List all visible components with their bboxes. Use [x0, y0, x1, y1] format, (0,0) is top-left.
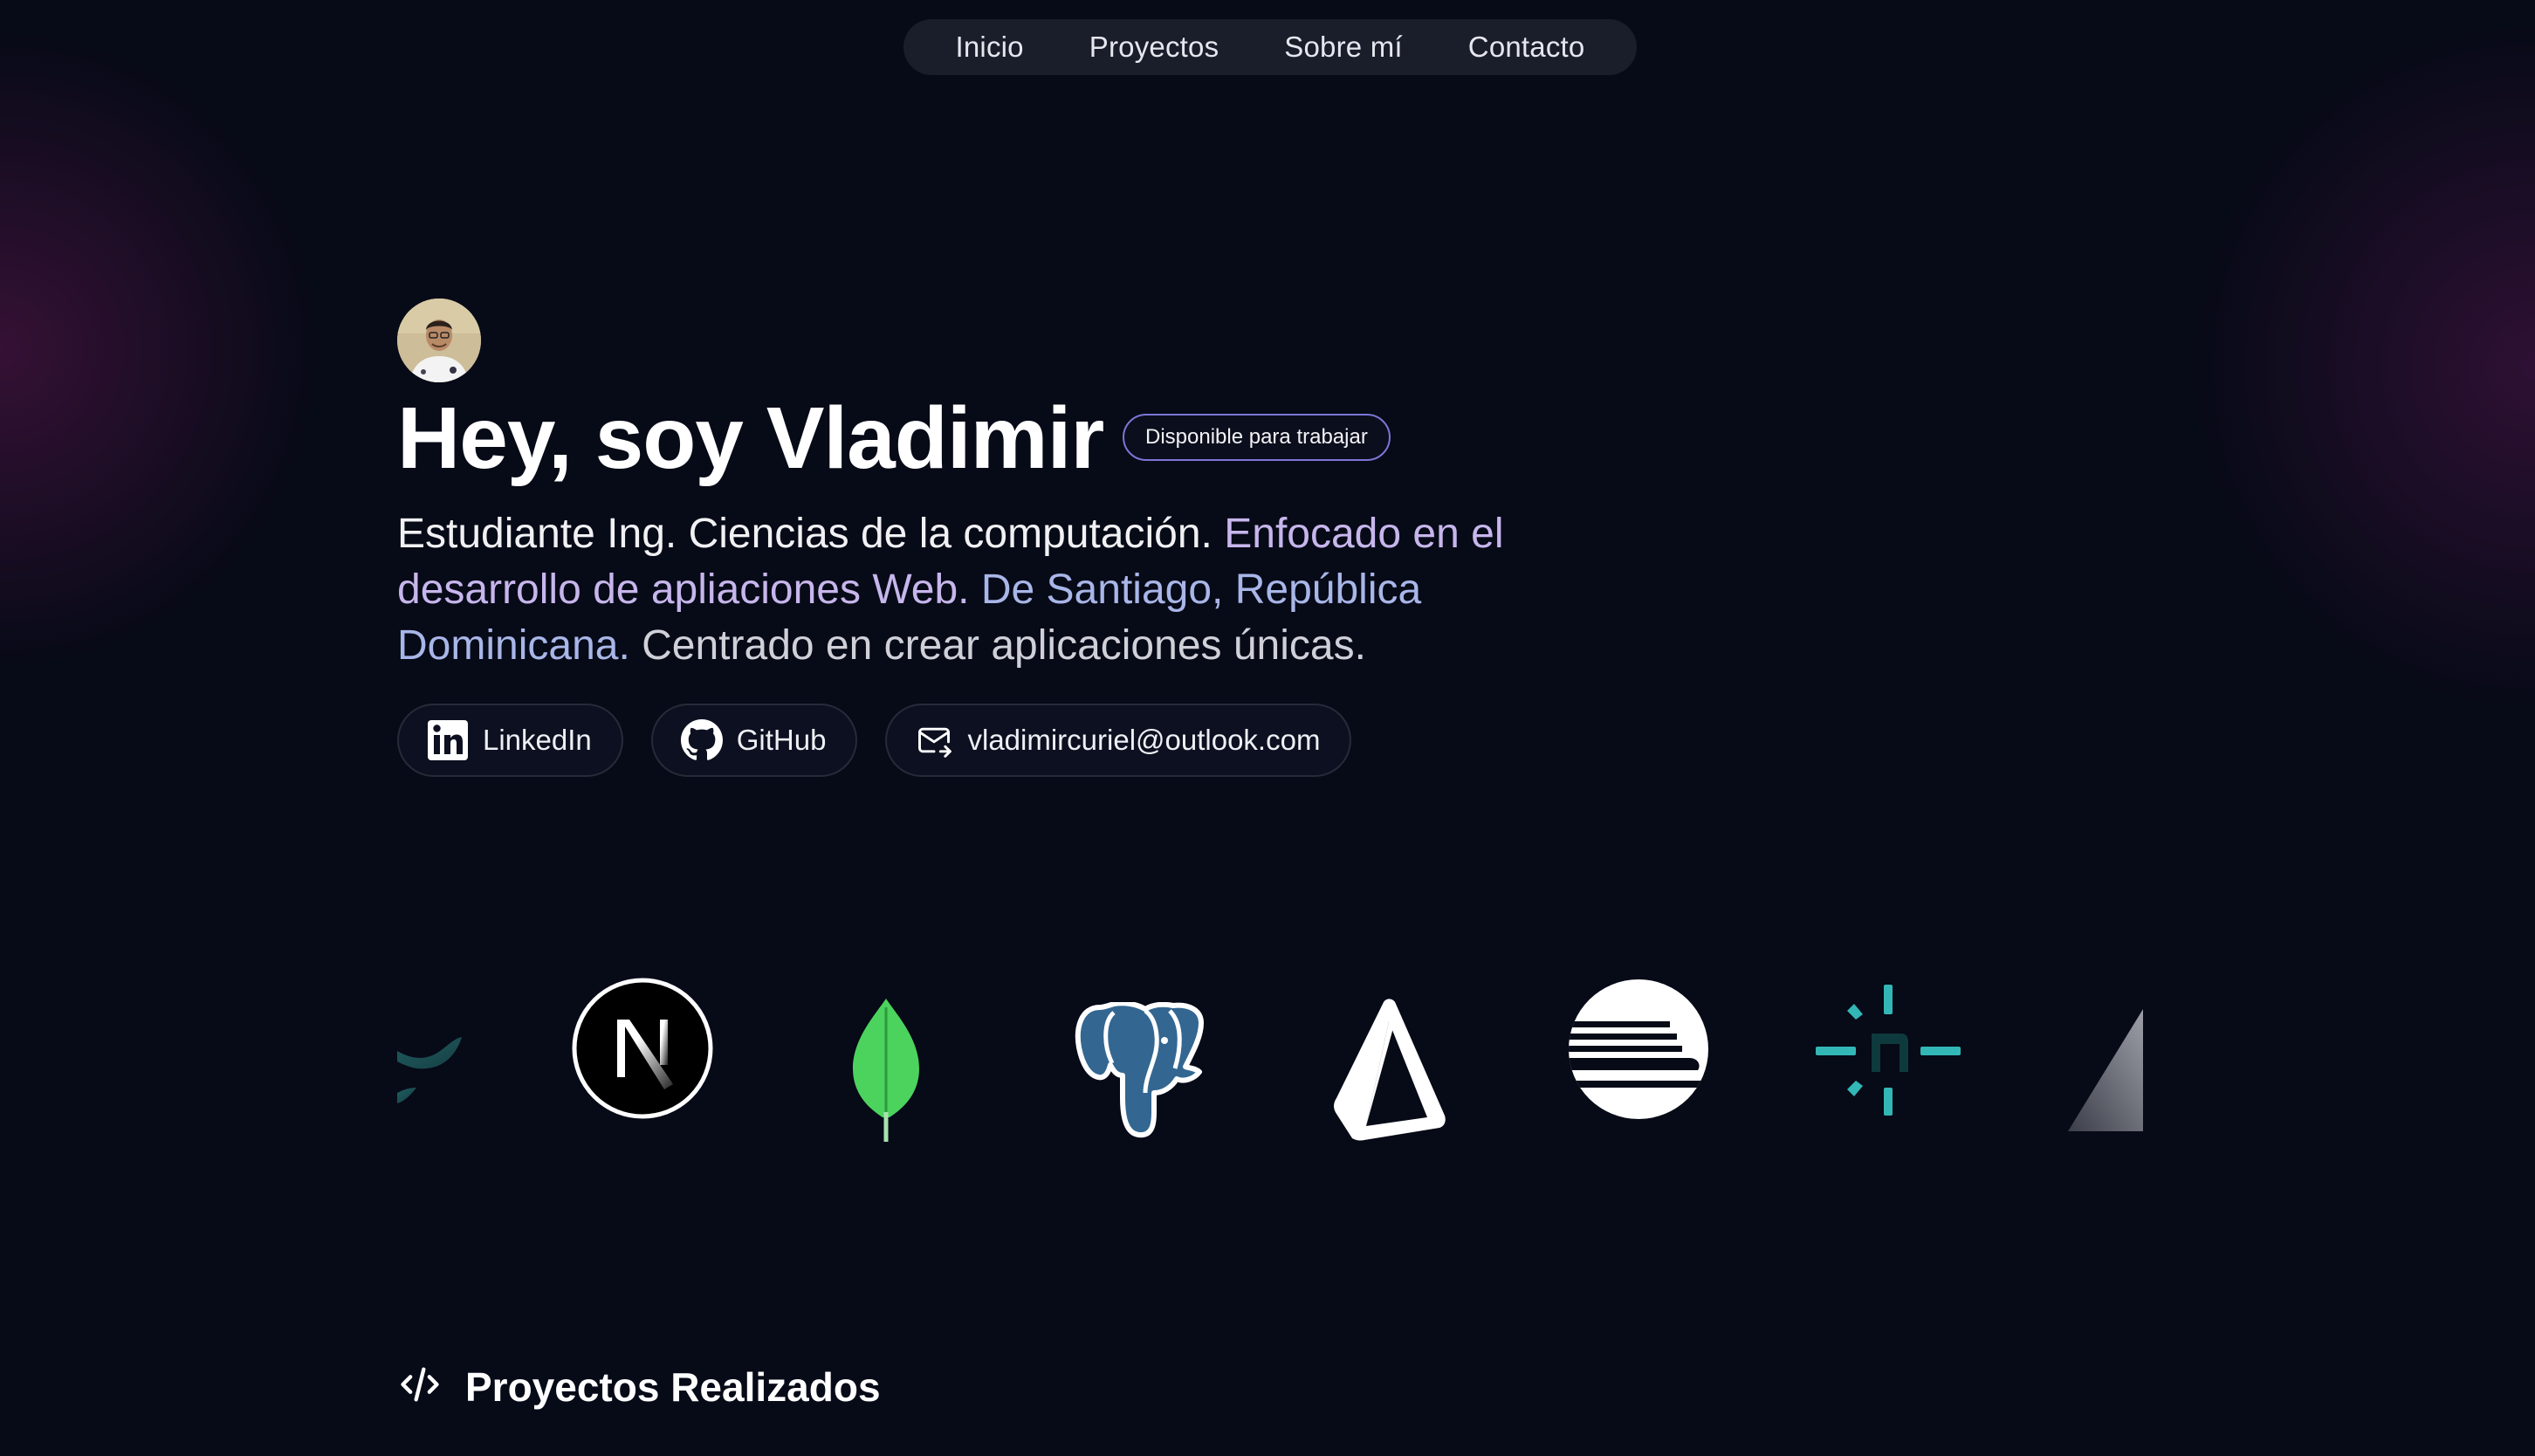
- nav-item-proyectos[interactable]: Proyectos: [1089, 31, 1219, 64]
- mail-icon: [915, 721, 953, 759]
- netlify-icon: [1816, 985, 1961, 1120]
- top-nav: Inicio Proyectos Sobre mí Contacto: [903, 19, 1637, 75]
- prisma-icon: [1331, 999, 1448, 1146]
- linkedin-label: LinkedIn: [483, 724, 592, 756]
- section-title: Proyectos Realizados: [465, 1363, 881, 1410]
- vercel-icon: [2068, 1009, 2143, 1136]
- github-button[interactable]: GitHub: [650, 704, 858, 777]
- nav-item-contacto[interactable]: Contacto: [1468, 31, 1585, 64]
- avatar: [397, 299, 481, 382]
- linkedin-button[interactable]: LinkedIn: [397, 704, 623, 777]
- astro-icon: [1567, 978, 1710, 1125]
- tech-logo-carousel: [397, 978, 2143, 1178]
- availability-badge: Disponible para trabajar: [1123, 414, 1391, 461]
- email-label: vladimircuriel@outlook.com: [967, 724, 1321, 756]
- description-part-1: Estudiante Ing. Ciencias de la computaci…: [397, 511, 1225, 557]
- github-label: GitHub: [736, 724, 827, 756]
- nav-item-sobre-mi[interactable]: Sobre mí: [1284, 31, 1403, 64]
- description-part-4: Centrado en crear aplicaciones únicas.: [642, 622, 1366, 669]
- nextjs-icon: [572, 978, 713, 1123]
- projects-section-header: Proyectos Realizados: [397, 1362, 881, 1411]
- mongodb-icon: [851, 999, 921, 1146]
- nav-item-inicio[interactable]: Inicio: [956, 31, 1024, 64]
- social-links: LinkedIn GitHub vladimircuriel@outlook.c…: [397, 704, 1352, 777]
- hero-description: Estudiante Ing. Ciencias de la computaci…: [397, 506, 1602, 674]
- code-icon: [397, 1362, 443, 1411]
- linkedin-icon: [427, 719, 469, 761]
- hero-title: Hey, soy Vladimir: [397, 389, 1104, 487]
- postgresql-icon: [1074, 1000, 1210, 1146]
- email-button[interactable]: vladimircuriel@outlook.com: [885, 704, 1352, 777]
- tailwind-icon: [397, 1027, 467, 1109]
- github-icon: [680, 719, 723, 761]
